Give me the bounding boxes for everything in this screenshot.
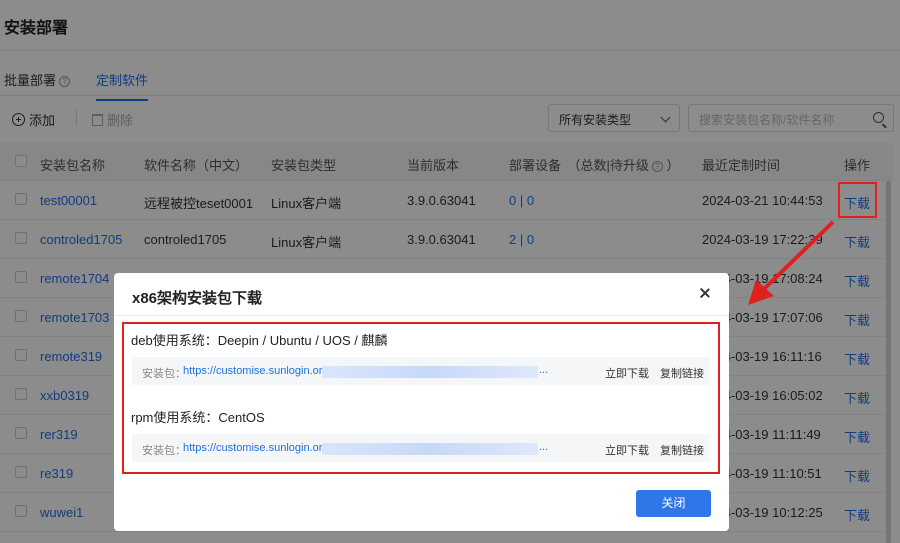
close-icon[interactable] [697, 286, 713, 302]
modal-divider [114, 315, 729, 316]
package-label: 安装包： [142, 445, 186, 457]
package-url-link[interactable]: https://customise.sunlogin.or [183, 365, 322, 377]
package-url-link[interactable]: https://customise.sunlogin.or [183, 442, 322, 454]
download-modal: x86架构安装包下载 deb使用系统：Deepin / Ubuntu / UOS… [114, 273, 729, 531]
blurred-url-mask [322, 366, 538, 378]
rpm-section-title: rpm使用系统：CentOS [131, 410, 265, 425]
url-ellipsis: ... [539, 441, 549, 453]
close-button[interactable]: 关闭 [636, 490, 711, 517]
download-now-button[interactable]: 立即下载 [605, 442, 649, 458]
url-ellipsis: ... [539, 364, 549, 376]
deb-package-row: 安装包： https://customise.sunlogin.or ... 立… [132, 357, 710, 385]
download-now-button[interactable]: 立即下载 [605, 365, 649, 381]
deb-section-title: deb使用系统：Deepin / Ubuntu / UOS / 麒麟 [131, 333, 388, 348]
blurred-url-mask [322, 443, 538, 455]
copy-link-button[interactable]: 复制链接 [660, 442, 704, 458]
modal-title: x86架构安装包下载 [132, 290, 263, 307]
rpm-package-row: 安装包： https://customise.sunlogin.or ... 立… [132, 434, 710, 462]
copy-link-button[interactable]: 复制链接 [660, 365, 704, 381]
package-label: 安装包： [142, 368, 186, 380]
